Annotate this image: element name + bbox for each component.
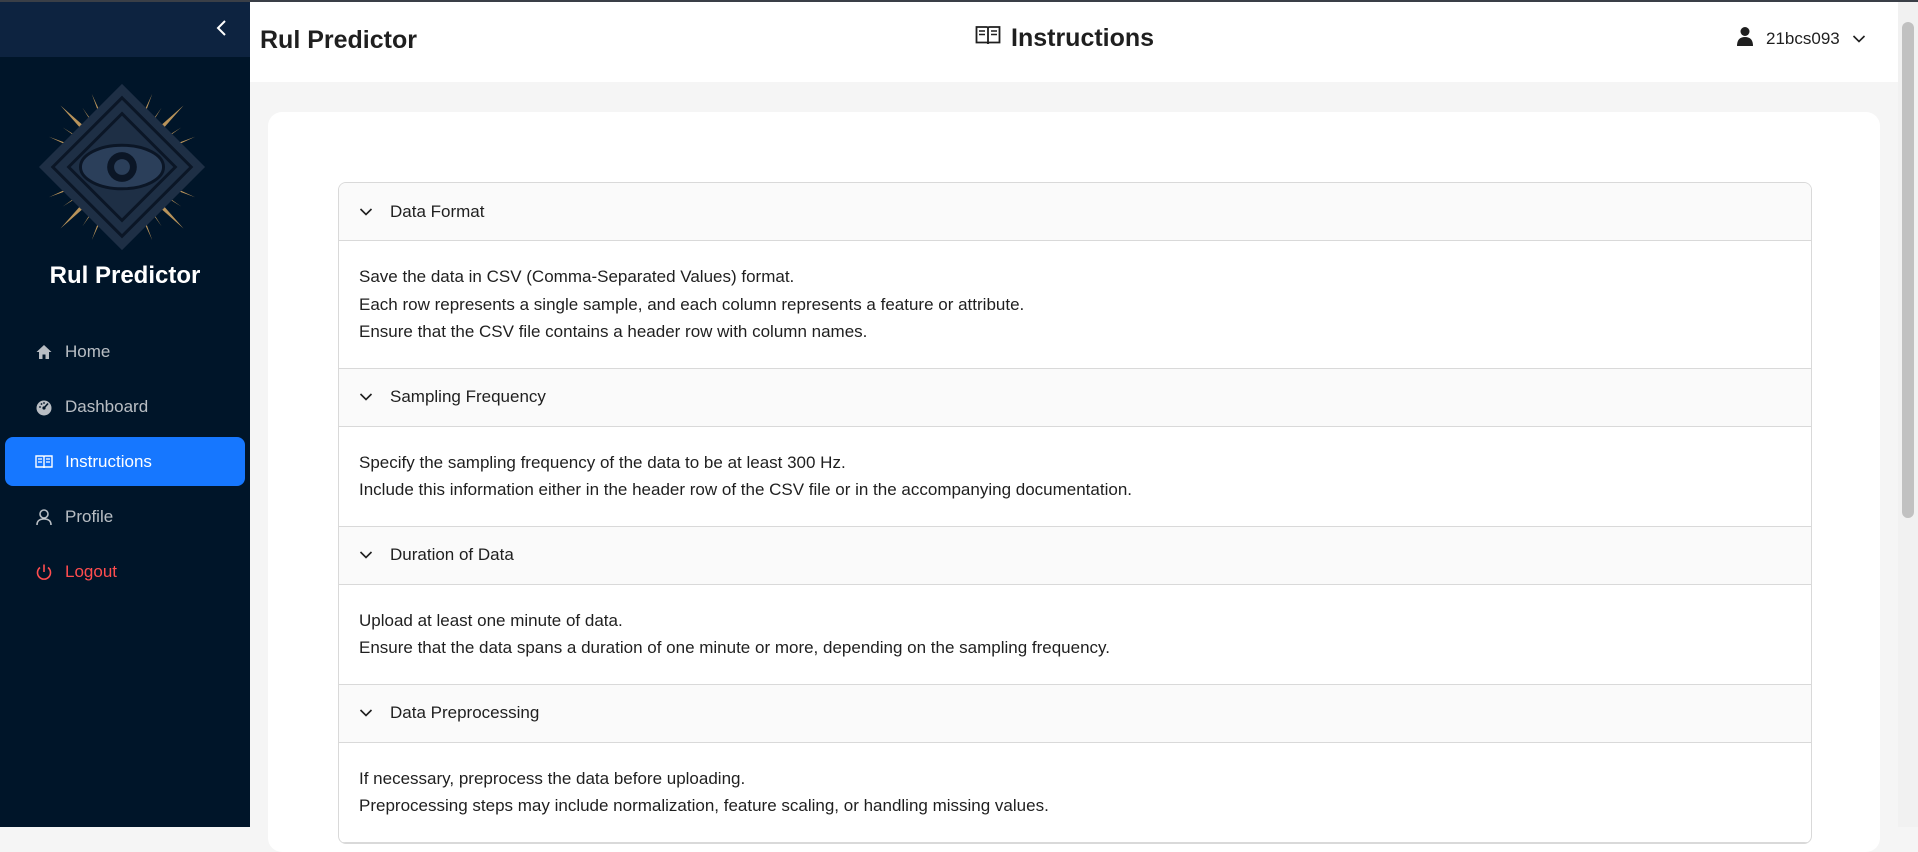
instruction-line: Ensure that the data spans a duration of… xyxy=(359,638,1111,657)
scrollbar-thumb[interactable] xyxy=(1902,22,1914,518)
power-icon xyxy=(33,561,55,583)
section-body-data-preprocessing: If necessary, preprocess the data before… xyxy=(339,743,1811,843)
chevron-down-icon xyxy=(359,547,375,563)
sidebar-item-label: Logout xyxy=(65,561,117,581)
instruction-line: Ensure that the CSV file contains a head… xyxy=(359,322,868,341)
logo xyxy=(33,78,211,256)
sidebar-item-dashboard[interactable]: Dashboard xyxy=(5,382,245,431)
section-body-sampling-frequency: Specify the sampling frequency of the da… xyxy=(339,427,1811,527)
sidebar-item-instructions[interactable]: Instructions xyxy=(5,437,245,486)
instructions-collapse: Data Format Save the data in CSV (Comma-… xyxy=(338,182,1812,844)
section-body-duration-of-data: Upload at least one minute of data. Ensu… xyxy=(339,585,1811,685)
username: 21bcs093 xyxy=(1766,28,1840,48)
section-header-duration-of-data[interactable]: Duration of Data xyxy=(339,526,1811,585)
window-top-border xyxy=(0,0,1918,2)
instruction-line: Preprocessing steps may include normaliz… xyxy=(359,796,1049,815)
header: Rul Predictor Instructions 21bcs093 xyxy=(250,0,1898,82)
instruction-line: Each row represents a single sample, and… xyxy=(359,294,1025,314)
sidebar-item-label: Profile xyxy=(65,506,114,526)
chevron-left-icon[interactable] xyxy=(208,14,236,42)
sidebar: Rul Predictor Home Dashboard Instruction… xyxy=(0,0,250,827)
sidebar-item-label: Dashboard xyxy=(65,396,149,416)
section-header-sampling-frequency[interactable]: Sampling Frequency xyxy=(339,368,1811,427)
user-menu[interactable]: 21bcs093 xyxy=(1736,26,1866,51)
chevron-down-icon xyxy=(359,389,375,405)
user-icon xyxy=(33,506,55,528)
instruction-line: Save the data in CSV (Comma-Separated Va… xyxy=(359,267,795,286)
instruction-line: Include this information either in the h… xyxy=(359,480,1132,499)
instruction-line: Upload at least one minute of data. xyxy=(359,610,623,630)
user-icon xyxy=(1736,26,1754,51)
sidebar-item-logout[interactable]: Logout xyxy=(5,547,245,596)
sidebar-item-profile[interactable]: Profile xyxy=(5,492,245,541)
chevron-down-icon xyxy=(1852,29,1866,49)
section-title: Data Preprocessing xyxy=(390,703,540,722)
page-title: Instructions xyxy=(1011,24,1155,52)
section-header-data-format[interactable]: Data Format xyxy=(339,183,1811,241)
home-icon xyxy=(33,341,55,363)
section-body-data-format: Save the data in CSV (Comma-Separated Va… xyxy=(339,241,1811,369)
app-title: Rul Predictor xyxy=(260,26,417,54)
page-title-group: Instructions xyxy=(975,24,1154,53)
sidebar-collapse-bar xyxy=(0,0,250,57)
instruction-line: Specify the sampling frequency of the da… xyxy=(359,452,846,472)
sidebar-item-home[interactable]: Home xyxy=(5,327,245,376)
section-title: Data Format xyxy=(390,201,485,221)
sidebar-item-label: Home xyxy=(65,341,111,361)
page-scrollbar[interactable] xyxy=(1898,0,1918,827)
chevron-down-icon xyxy=(359,705,375,721)
instruction-line: If necessary, preprocess the data before… xyxy=(359,768,746,788)
book-icon xyxy=(33,451,55,473)
chevron-down-icon xyxy=(359,204,375,220)
section-title: Duration of Data xyxy=(390,545,514,564)
section-title: Sampling Frequency xyxy=(390,387,546,406)
sidebar-brand: Rul Predictor xyxy=(49,262,201,289)
sidebar-item-label: Instructions xyxy=(65,451,152,471)
book-icon xyxy=(975,24,1001,53)
dashboard-icon xyxy=(33,396,55,418)
section-header-data-preprocessing[interactable]: Data Preprocessing xyxy=(339,684,1811,743)
